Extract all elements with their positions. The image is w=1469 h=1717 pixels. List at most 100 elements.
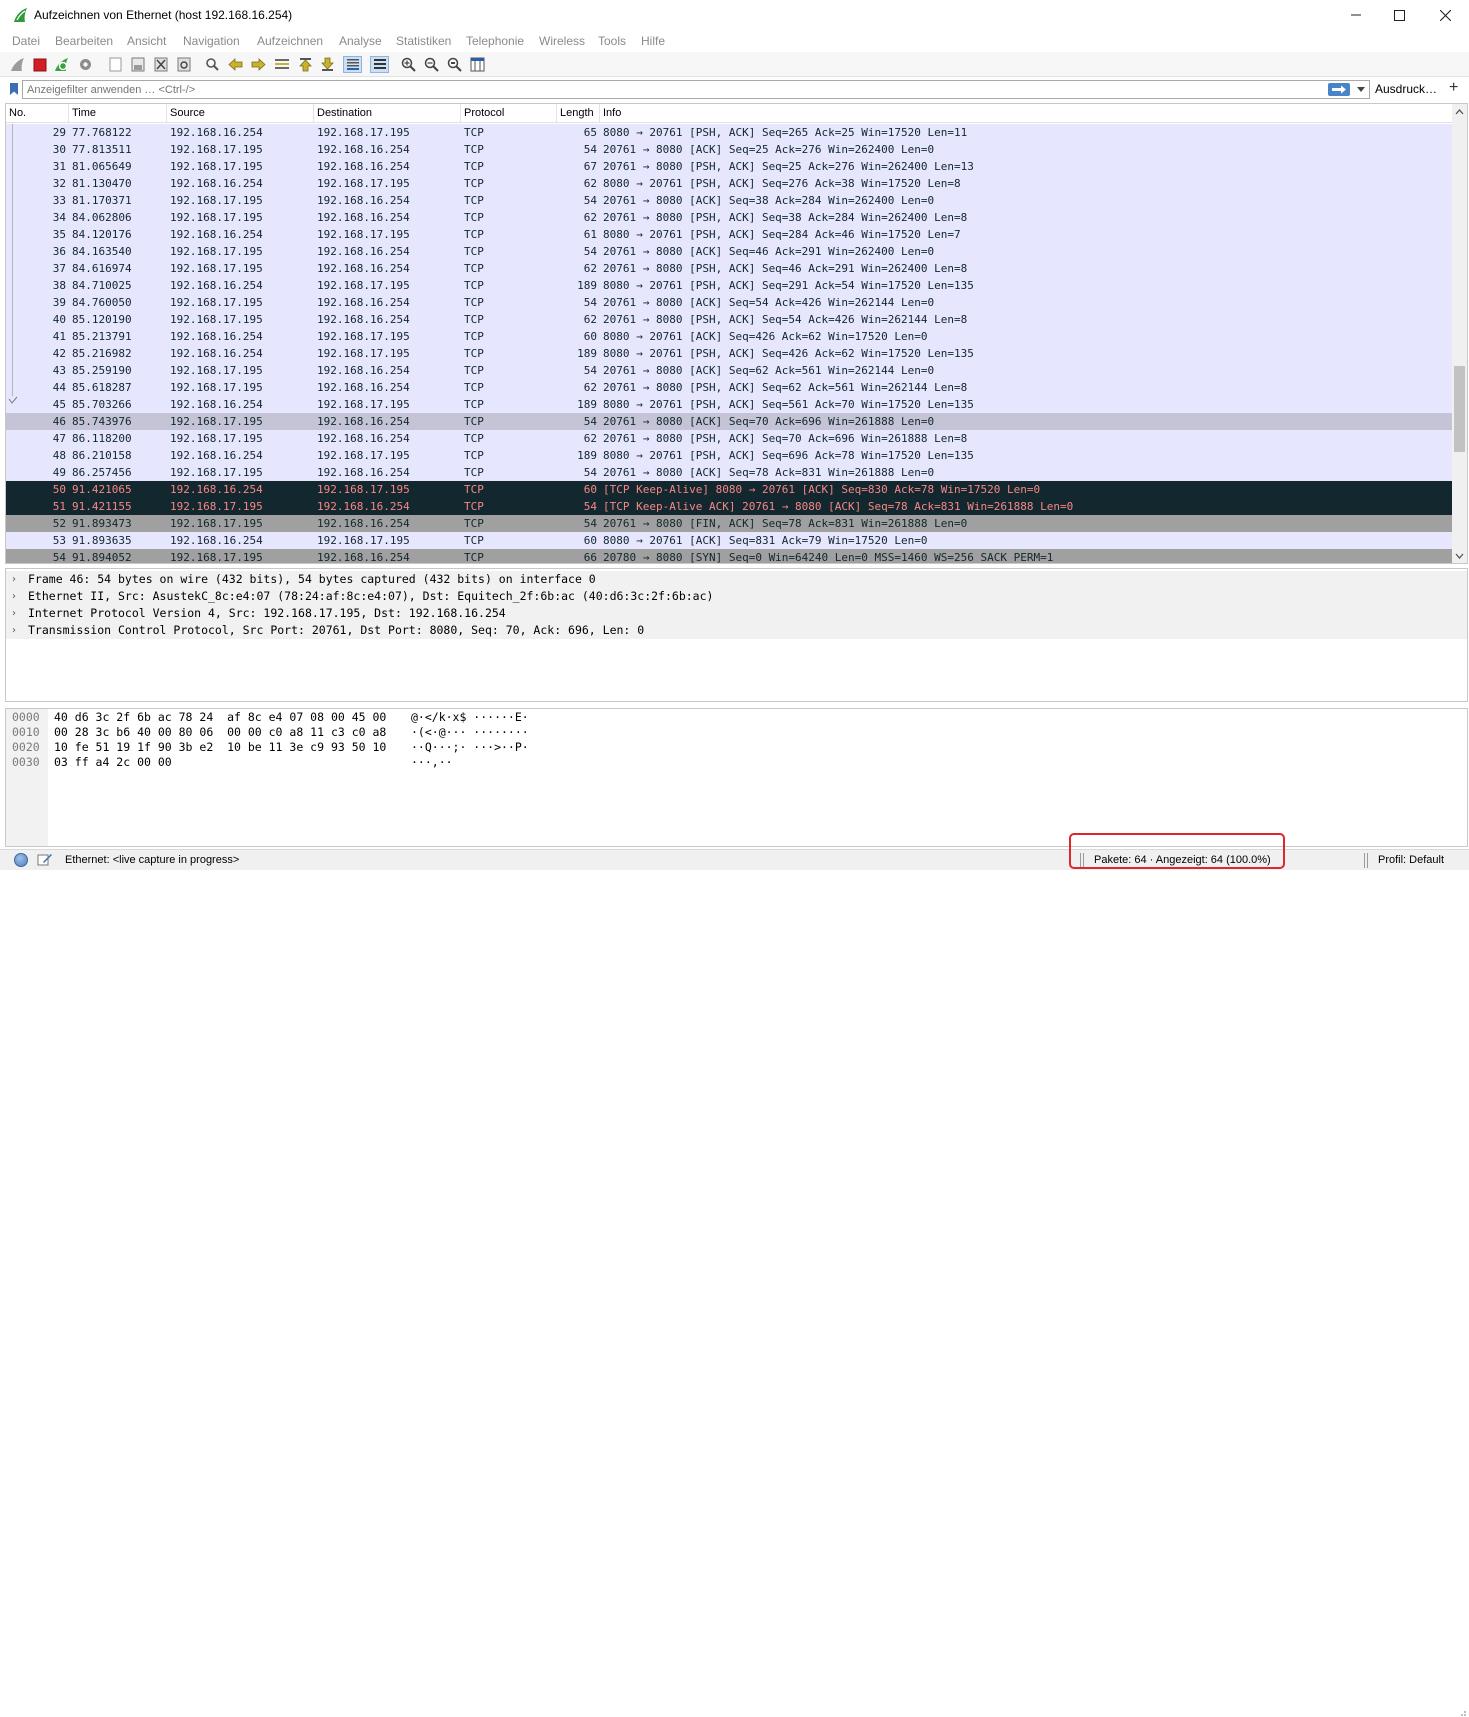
menu-aufzeichnen[interactable]: Aufzeichnen bbox=[257, 34, 323, 48]
packet-row[interactable]: 34 84.062806 192.168.17.195 192.168.16.254 T… bbox=[6, 209, 1452, 226]
resize-columns-button[interactable] bbox=[469, 56, 486, 73]
packet-time: 86.257456 bbox=[72, 466, 132, 479]
menu-tools[interactable]: Tools bbox=[598, 34, 626, 48]
reload-file-button[interactable] bbox=[175, 56, 192, 73]
detail-row-frame[interactable]: › Frame 46: 54 bytes on wire (432 bits),… bbox=[6, 571, 1467, 588]
start-capture-button[interactable] bbox=[9, 56, 26, 73]
menu-bearbeiten[interactable]: Bearbeiten bbox=[55, 34, 113, 48]
packet-row[interactable]: 42 85.216982 192.168.16.254 192.168.17.195 T… bbox=[6, 345, 1452, 362]
bytes-ascii[interactable]: @·</k·x$ ······E· bbox=[411, 710, 529, 725]
packet-row[interactable]: 45 85.703266 192.168.16.254 192.168.17.195 T… bbox=[6, 396, 1452, 413]
packet-row[interactable]: 38 84.710025 192.168.16.254 192.168.17.195 T… bbox=[6, 277, 1452, 294]
apply-filter-button[interactable] bbox=[1328, 83, 1350, 96]
bytes-hex[interactable]: 03 ff a4 2c 00 00 bbox=[54, 755, 172, 770]
packet-row[interactable]: 37 84.616974 192.168.17.195 192.168.16.254 T… bbox=[6, 260, 1452, 277]
column-header-info[interactable]: Info bbox=[600, 104, 1452, 123]
go-back-button[interactable] bbox=[227, 56, 244, 73]
column-header-destination[interactable]: Destination bbox=[314, 104, 461, 123]
profile-selector[interactable]: Profil: Default bbox=[1378, 854, 1444, 866]
go-to-packet-button[interactable] bbox=[273, 56, 290, 73]
colorize-button[interactable] bbox=[370, 56, 389, 73]
detail-row-ethernet[interactable]: › Ethernet II, Src: AsustekC_8c:e4:07 (7… bbox=[6, 588, 1467, 605]
save-file-button[interactable] bbox=[129, 56, 146, 73]
expand-arrow-icon[interactable]: › bbox=[12, 605, 16, 622]
stop-capture-button[interactable] bbox=[31, 56, 48, 73]
column-header-source[interactable]: Source bbox=[167, 104, 314, 123]
auto-scroll-button[interactable] bbox=[343, 56, 362, 73]
zoom-reset-button[interactable] bbox=[446, 56, 463, 73]
bytes-hex[interactable]: 40 d6 3c 2f 6b ac 78 24 af 8c e4 07 08 0… bbox=[54, 710, 386, 725]
packet-row[interactable]: 33 81.170371 192.168.17.195 192.168.16.254 T… bbox=[6, 192, 1452, 209]
close-button[interactable] bbox=[1422, 0, 1468, 30]
zoom-in-button[interactable] bbox=[400, 56, 417, 73]
display-filter-input[interactable] bbox=[22, 80, 1370, 99]
packet-row[interactable]: 46 85.743976 192.168.17.195 192.168.16.254 T… bbox=[6, 413, 1452, 430]
last-packet-button[interactable] bbox=[319, 56, 336, 73]
packet-row[interactable]: 49 86.257456 192.168.17.195 192.168.16.254 T… bbox=[6, 464, 1452, 481]
packet-list-scrollbar[interactable] bbox=[1452, 104, 1467, 563]
packet-row[interactable]: 41 85.213791 192.168.16.254 192.168.17.195 T… bbox=[6, 328, 1452, 345]
detail-row-tcp[interactable]: › Transmission Control Protocol, Src Por… bbox=[6, 622, 1467, 639]
go-forward-button[interactable] bbox=[250, 56, 267, 73]
menu-datei[interactable]: Datei bbox=[12, 34, 40, 48]
find-packet-button[interactable] bbox=[204, 56, 221, 73]
capture-comment-icon[interactable] bbox=[37, 852, 53, 867]
bytes-ascii[interactable]: ·(<·@··· ········ bbox=[411, 725, 529, 740]
restart-capture-button[interactable] bbox=[53, 56, 70, 73]
scroll-down-arrow[interactable] bbox=[1452, 548, 1467, 563]
packet-row[interactable]: 54 91.894052 192.168.17.195 192.168.16.254 T… bbox=[6, 549, 1452, 563]
minimize-button[interactable] bbox=[1333, 0, 1379, 30]
packet-row[interactable]: 52 91.893473 192.168.17.195 192.168.16.254 T… bbox=[6, 515, 1452, 532]
menu-telephonie[interactable]: Telephonie bbox=[466, 34, 524, 48]
packet-row[interactable]: 53 91.893635 192.168.16.254 192.168.17.195 T… bbox=[6, 532, 1452, 549]
packet-row[interactable]: 43 85.259190 192.168.17.195 192.168.16.254 T… bbox=[6, 362, 1452, 379]
zoom-out-button[interactable] bbox=[423, 56, 440, 73]
packet-row[interactable]: 35 84.120176 192.168.16.254 192.168.17.195 T… bbox=[6, 226, 1452, 243]
column-header-no[interactable]: No. bbox=[6, 104, 69, 123]
expert-info-icon[interactable] bbox=[14, 853, 28, 867]
packet-row[interactable]: 50 91.421065 192.168.16.254 192.168.17.195 T… bbox=[6, 481, 1452, 498]
scroll-thumb[interactable] bbox=[1454, 366, 1465, 452]
packet-row[interactable]: 30 77.813511 192.168.17.195 192.168.16.254 T… bbox=[6, 141, 1452, 158]
filter-history-dropdown[interactable] bbox=[1355, 82, 1367, 97]
expand-arrow-icon[interactable]: › bbox=[12, 571, 16, 588]
capture-options-button[interactable] bbox=[77, 56, 94, 73]
menu-navigation[interactable]: Navigation bbox=[183, 34, 240, 48]
packet-row[interactable]: 40 85.120190 192.168.17.195 192.168.16.254 T… bbox=[6, 311, 1452, 328]
packet-row[interactable]: 32 81.130470 192.168.16.254 192.168.17.195 T… bbox=[6, 175, 1452, 192]
packet-row[interactable]: 44 85.618287 192.168.17.195 192.168.16.254 T… bbox=[6, 379, 1452, 396]
add-filter-button[interactable]: + bbox=[1449, 79, 1458, 97]
column-header-protocol[interactable]: Protocol bbox=[461, 104, 557, 123]
menu-statistiken[interactable]: Statistiken bbox=[396, 34, 451, 48]
menu-hilfe[interactable]: Hilfe bbox=[641, 34, 665, 48]
zoom-reset-icon bbox=[447, 57, 462, 72]
column-header-time[interactable]: Time bbox=[69, 104, 167, 123]
packet-row[interactable]: 51 91.421155 192.168.17.195 192.168.16.254 T… bbox=[6, 498, 1452, 515]
packet-row[interactable]: 31 81.065649 192.168.17.195 192.168.16.254 T… bbox=[6, 158, 1452, 175]
bookmark-icon[interactable] bbox=[9, 82, 19, 96]
close-file-button[interactable] bbox=[152, 56, 169, 73]
resize-grip-icon[interactable] bbox=[1458, 1708, 1467, 1717]
menu-wireless[interactable]: Wireless bbox=[539, 34, 585, 48]
bytes-ascii[interactable]: ···,·· bbox=[411, 755, 453, 770]
detail-row-ip[interactable]: › Internet Protocol Version 4, Src: 192.… bbox=[6, 605, 1467, 622]
menu-analyse[interactable]: Analyse bbox=[339, 34, 382, 48]
packet-row[interactable]: 36 84.163540 192.168.17.195 192.168.16.254 T… bbox=[6, 243, 1452, 260]
scroll-up-arrow[interactable] bbox=[1452, 104, 1467, 119]
open-file-button[interactable] bbox=[107, 56, 124, 73]
packet-row[interactable]: 48 86.210158 192.168.16.254 192.168.17.195 T… bbox=[6, 447, 1452, 464]
maximize-button[interactable] bbox=[1376, 0, 1422, 30]
bytes-hex[interactable]: 00 28 3c b6 40 00 80 06 00 00 c0 a8 11 c… bbox=[54, 725, 386, 740]
first-packet-button[interactable] bbox=[297, 56, 314, 73]
expand-arrow-icon[interactable]: › bbox=[12, 588, 16, 605]
bytes-hex[interactable]: 10 fe 51 19 1f 90 3b e2 10 be 11 3e c9 9… bbox=[54, 740, 386, 755]
packet-row[interactable]: 47 86.118200 192.168.17.195 192.168.16.254 T… bbox=[6, 430, 1452, 447]
column-header-length[interactable]: Length bbox=[557, 104, 600, 123]
expand-arrow-icon[interactable]: › bbox=[12, 622, 16, 639]
packet-source: 192.168.17.195 bbox=[170, 364, 263, 377]
packet-row[interactable]: 39 84.760050 192.168.17.195 192.168.16.254 T… bbox=[6, 294, 1452, 311]
menu-ansicht[interactable]: Ansicht bbox=[127, 34, 166, 48]
expression-button[interactable]: Ausdruck… bbox=[1375, 82, 1437, 96]
bytes-ascii[interactable]: ··Q···;· ···>··P· bbox=[411, 740, 529, 755]
packet-row[interactable]: 29 77.768122 192.168.16.254 192.168.17.195 T… bbox=[6, 124, 1452, 141]
